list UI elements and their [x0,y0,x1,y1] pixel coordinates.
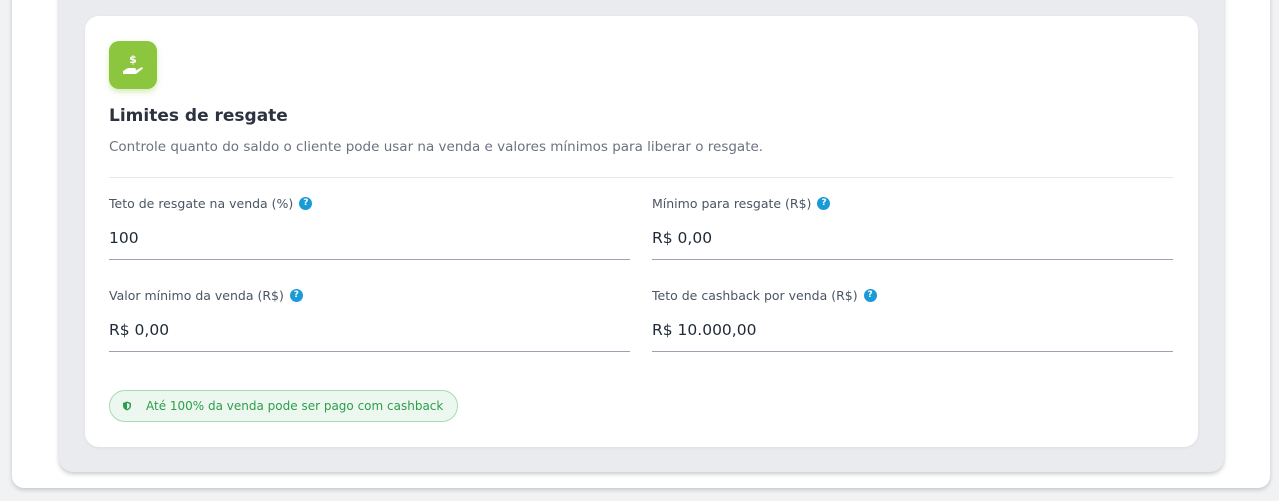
shield-icon [122,401,132,411]
valor-minimo-venda-input[interactable]: R$ 0,00 [109,321,169,339]
minimo-resgate-label: Mínimo para resgate (R$) [652,196,812,211]
teto-cashback-field[interactable]: Teto de cashback por venda (R$) ? R$ 10.… [652,288,1173,352]
teto-resgate-field[interactable]: Teto de resgate na venda (%) ? 100 [109,196,630,260]
help-icon[interactable]: ? [817,197,831,210]
teto-cashback-input[interactable]: R$ 10.000,00 [652,321,756,339]
help-icon[interactable]: ? [299,197,313,210]
badge-text: Até 100% da venda pode ser pago com cash… [146,399,444,413]
valor-minimo-venda-label: Valor mínimo da venda (R$) [109,288,284,303]
teto-resgate-label: Teto de resgate na venda (%) [109,196,294,211]
teto-resgate-input[interactable]: 100 [109,229,139,247]
help-icon[interactable]: ? [863,289,877,302]
cashback-info-badge: Até 100% da venda pode ser pago com cash… [109,390,459,422]
help-icon[interactable]: ? [289,289,303,302]
redemption-limits-card: $ Limites de resgate Controle quanto do … [85,16,1198,447]
svg-text:$: $ [129,53,137,66]
valor-minimo-venda-field[interactable]: Valor mínimo da venda (R$) ? R$ 0,00 [109,288,630,352]
minimo-resgate-field[interactable]: Mínimo para resgate (R$) ? R$ 0,00 [652,196,1173,260]
card-title: Limites de resgate [109,106,288,126]
hand-money-icon: $ [109,41,157,89]
minimo-resgate-input[interactable]: R$ 0,00 [652,229,712,247]
divider [109,177,1173,178]
card-subtitle: Controle quanto do saldo o cliente pode … [109,139,764,155]
teto-cashback-label: Teto de cashback por venda (R$) [652,288,858,303]
